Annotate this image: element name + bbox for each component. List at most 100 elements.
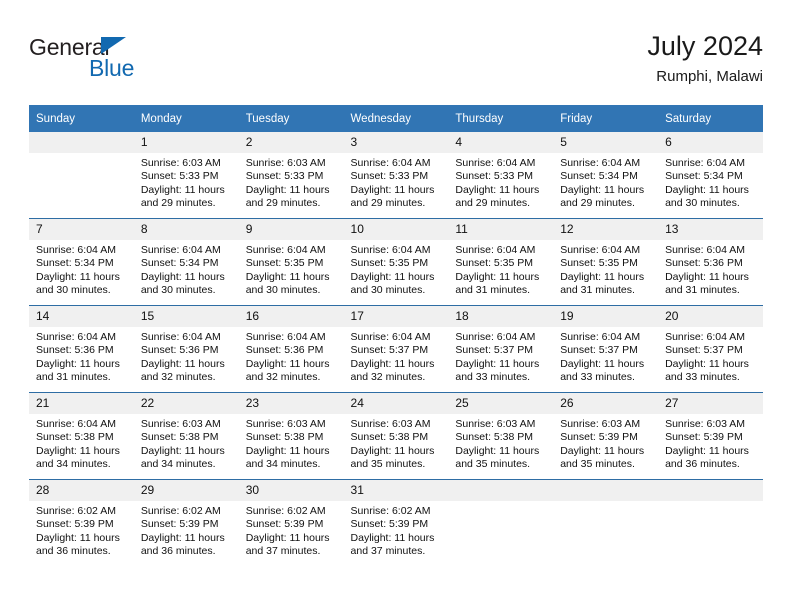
calendar-header-row: Sunday Monday Tuesday Wednesday Thursday Frid… xyxy=(29,105,763,132)
calendar-day-cell[interactable]: 24 Sunrise: 6:03 AM Sunset: 5:38 PM Dayligh… xyxy=(343,392,449,480)
page-header: General Blue July 2024 Rumphi, Malawi xyxy=(29,30,763,98)
sunset-text: Sunset: 5:35 PM xyxy=(245,257,324,270)
day-details: Sunrise: 6:04 AM Sunset: 5:34 PM Daylight:… xyxy=(658,153,763,211)
calendar-day-cell[interactable]: 2 Sunrise: 6:03 AM Sunset: 5:33 PM Daylight… xyxy=(238,132,344,219)
day-details: Sunrise: 6:03 AM Sunset: 5:33 PM Daylight:… xyxy=(134,153,239,211)
day-details: Sunrise: 6:02 AM Sunset: 5:39 PM Daylight:… xyxy=(134,501,239,559)
sunrise-text: Sunrise: 6:02 AM xyxy=(36,505,116,517)
day-details: Sunrise: 6:04 AM Sunset: 5:35 PM Daylight:… xyxy=(448,240,553,298)
calendar-day-cell[interactable]: 27 Sunrise: 6:03 AM Sunset: 5:39 PM Dayligh… xyxy=(658,392,763,480)
daylight-text: Daylight: 11 hours and 37 minutes. xyxy=(245,531,330,558)
sunrise-text: Sunrise: 6:03 AM xyxy=(245,157,326,169)
day-number: 25 xyxy=(448,393,554,414)
daylight-text: Daylight: 11 hours and 34 minutes. xyxy=(140,444,225,471)
day-details: Sunrise: 6:03 AM Sunset: 5:38 PM Daylight:… xyxy=(134,414,239,472)
calendar-day-cell[interactable]: 14 Sunrise: 6:04 AM Sunset: 5:36 PM Dayligh… xyxy=(29,305,134,393)
daylight-text: Daylight: 11 hours and 29 minutes. xyxy=(560,183,645,210)
weekday-header-sunday: Sunday xyxy=(29,105,134,132)
sunrise-text: Sunrise: 6:03 AM xyxy=(140,418,221,430)
calendar-day-cell[interactable]: 31 Sunrise: 6:02 AM Sunset: 5:39 PM Dayligh… xyxy=(343,479,449,566)
calendar-table: Sunday Monday Tuesday Wednesday Thursday Frid… xyxy=(29,105,763,566)
calendar-day-cell[interactable]: 19 Sunrise: 6:04 AM Sunset: 5:37 PM Dayligh… xyxy=(553,305,659,393)
calendar-day-cell-empty xyxy=(29,132,134,219)
daylight-text: Daylight: 11 hours and 35 minutes. xyxy=(455,444,540,471)
calendar-day-cell[interactable]: 8 Sunrise: 6:04 AM Sunset: 5:34 PM Daylight… xyxy=(133,218,239,306)
page-title: July 2024 xyxy=(647,31,763,61)
daylight-text: Daylight: 11 hours and 36 minutes. xyxy=(36,531,120,558)
calendar-day-cell[interactable]: 26 Sunrise: 6:03 AM Sunset: 5:39 PM Dayligh… xyxy=(553,392,659,480)
calendar-week-row: 1 Sunrise: 6:03 AM Sunset: 5:33 PM Daylight… xyxy=(29,132,763,219)
day-number xyxy=(448,480,554,501)
day-number: 8 xyxy=(133,219,239,240)
day-number: 31 xyxy=(343,480,449,501)
calendar-day-cell[interactable]: 17 Sunrise: 6:04 AM Sunset: 5:37 PM Dayligh… xyxy=(343,305,449,393)
day-details: Sunrise: 6:04 AM Sunset: 5:37 PM Daylight:… xyxy=(553,327,658,385)
day-number: 13 xyxy=(658,219,763,240)
calendar-day-cell[interactable]: 9 Sunrise: 6:04 AM Sunset: 5:35 PM Daylight… xyxy=(238,218,344,306)
calendar-day-cell[interactable]: 23 Sunrise: 6:03 AM Sunset: 5:38 PM Dayligh… xyxy=(238,392,344,480)
sunset-text: Sunset: 5:34 PM xyxy=(560,170,638,183)
calendar-week-row: 21 Sunrise: 6:04 AM Sunset: 5:38 PM Dayligh… xyxy=(29,392,763,480)
calendar-day-cell[interactable]: 3 Sunrise: 6:04 AM Sunset: 5:33 PM Daylight… xyxy=(343,132,449,219)
sunset-text: Sunset: 5:39 PM xyxy=(140,518,219,531)
calendar-day-cell-empty xyxy=(448,479,554,566)
day-details: Sunrise: 6:03 AM Sunset: 5:38 PM Daylight:… xyxy=(344,414,449,472)
calendar-week-row: 7 Sunrise: 6:04 AM Sunset: 5:34 PM Daylight… xyxy=(29,218,763,306)
day-details: Sunrise: 6:03 AM Sunset: 5:39 PM Daylight:… xyxy=(553,414,658,472)
calendar-day-cell[interactable]: 16 Sunrise: 6:04 AM Sunset: 5:36 PM Dayligh… xyxy=(238,305,344,393)
calendar-day-cell[interactable]: 29 Sunrise: 6:02 AM Sunset: 5:39 PM Dayligh… xyxy=(133,479,239,566)
daylight-text: Daylight: 11 hours and 30 minutes. xyxy=(665,183,749,210)
calendar-day-cell[interactable]: 25 Sunrise: 6:03 AM Sunset: 5:38 PM Dayligh… xyxy=(448,392,554,480)
daylight-text: Daylight: 11 hours and 36 minutes. xyxy=(140,531,225,558)
sunrise-text: Sunrise: 6:04 AM xyxy=(560,331,641,343)
sunset-text: Sunset: 5:38 PM xyxy=(245,431,324,444)
calendar-day-cell[interactable]: 18 Sunrise: 6:04 AM Sunset: 5:37 PM Dayligh… xyxy=(448,305,554,393)
sunrise-text: Sunrise: 6:02 AM xyxy=(350,505,431,517)
calendar-day-cell[interactable]: 20 Sunrise: 6:04 AM Sunset: 5:37 PM Dayligh… xyxy=(658,305,763,393)
day-number: 26 xyxy=(553,393,659,414)
calendar-day-cell[interactable]: 30 Sunrise: 6:02 AM Sunset: 5:39 PM Dayligh… xyxy=(238,479,344,566)
calendar-day-cell[interactable]: 22 Sunrise: 6:03 AM Sunset: 5:38 PM Dayligh… xyxy=(133,392,239,480)
sunrise-text: Sunrise: 6:04 AM xyxy=(350,157,431,169)
sunset-text: Sunset: 5:35 PM xyxy=(560,257,638,270)
day-number xyxy=(658,480,763,501)
calendar-day-cell[interactable]: 12 Sunrise: 6:04 AM Sunset: 5:35 PM Dayligh… xyxy=(553,218,659,306)
calendar-day-cell[interactable]: 15 Sunrise: 6:04 AM Sunset: 5:36 PM Dayligh… xyxy=(133,305,239,393)
daylight-text: Daylight: 11 hours and 29 minutes. xyxy=(455,183,540,210)
calendar-week-row: 14 Sunrise: 6:04 AM Sunset: 5:36 PM Dayligh… xyxy=(29,305,763,393)
day-details: Sunrise: 6:04 AM Sunset: 5:35 PM Daylight:… xyxy=(344,240,449,298)
sunrise-text: Sunrise: 6:04 AM xyxy=(36,244,116,256)
calendar-day-cell[interactable]: 4 Sunrise: 6:04 AM Sunset: 5:33 PM Daylight… xyxy=(448,132,554,219)
calendar-day-cell[interactable]: 21 Sunrise: 6:04 AM Sunset: 5:38 PM Dayligh… xyxy=(29,392,134,480)
day-details: Sunrise: 6:04 AM Sunset: 5:33 PM Daylight:… xyxy=(448,153,553,211)
day-details: Sunrise: 6:04 AM Sunset: 5:34 PM Daylight:… xyxy=(553,153,658,211)
calendar-day-cell[interactable]: 13 Sunrise: 6:04 AM Sunset: 5:36 PM Dayligh… xyxy=(658,218,763,306)
sunset-text: Sunset: 5:33 PM xyxy=(455,170,534,183)
sunrise-text: Sunrise: 6:04 AM xyxy=(665,331,746,343)
calendar-day-cell[interactable]: 11 Sunrise: 6:04 AM Sunset: 5:35 PM Dayligh… xyxy=(448,218,554,306)
calendar-day-cell[interactable]: 28 Sunrise: 6:02 AM Sunset: 5:39 PM Dayligh… xyxy=(29,479,134,566)
calendar-day-cell[interactable]: 6 Sunrise: 6:04 AM Sunset: 5:34 PM Daylight… xyxy=(658,132,763,219)
sunrise-text: Sunrise: 6:04 AM xyxy=(665,244,746,256)
sunrise-text: Sunrise: 6:04 AM xyxy=(140,331,221,343)
sunrise-text: Sunrise: 6:04 AM xyxy=(455,331,536,343)
sunset-text: Sunset: 5:33 PM xyxy=(350,170,429,183)
sunset-text: Sunset: 5:39 PM xyxy=(36,518,114,531)
weekday-header-thursday: Thursday xyxy=(448,105,554,132)
calendar-day-cell[interactable]: 7 Sunrise: 6:04 AM Sunset: 5:34 PM Daylight… xyxy=(29,218,134,306)
day-number: 19 xyxy=(553,306,659,327)
title-block: July 2024 Rumphi, Malawi xyxy=(647,30,763,88)
sunset-text: Sunset: 5:37 PM xyxy=(455,344,534,357)
day-number: 16 xyxy=(238,306,344,327)
calendar-day-cell[interactable]: 10 Sunrise: 6:04 AM Sunset: 5:35 PM Dayligh… xyxy=(343,218,449,306)
calendar-day-cell[interactable]: 1 Sunrise: 6:03 AM Sunset: 5:33 PM Daylight… xyxy=(133,132,239,219)
sunset-text: Sunset: 5:33 PM xyxy=(245,170,324,183)
sunset-text: Sunset: 5:34 PM xyxy=(36,257,114,270)
calendar-day-cell[interactable]: 5 Sunrise: 6:04 AM Sunset: 5:34 PM Daylight… xyxy=(553,132,659,219)
day-number xyxy=(553,480,659,501)
daylight-text: Daylight: 11 hours and 29 minutes. xyxy=(350,183,435,210)
day-number: 30 xyxy=(238,480,344,501)
day-number: 20 xyxy=(658,306,763,327)
daylight-text: Daylight: 11 hours and 30 minutes. xyxy=(36,270,120,297)
sunrise-text: Sunrise: 6:02 AM xyxy=(140,505,221,517)
